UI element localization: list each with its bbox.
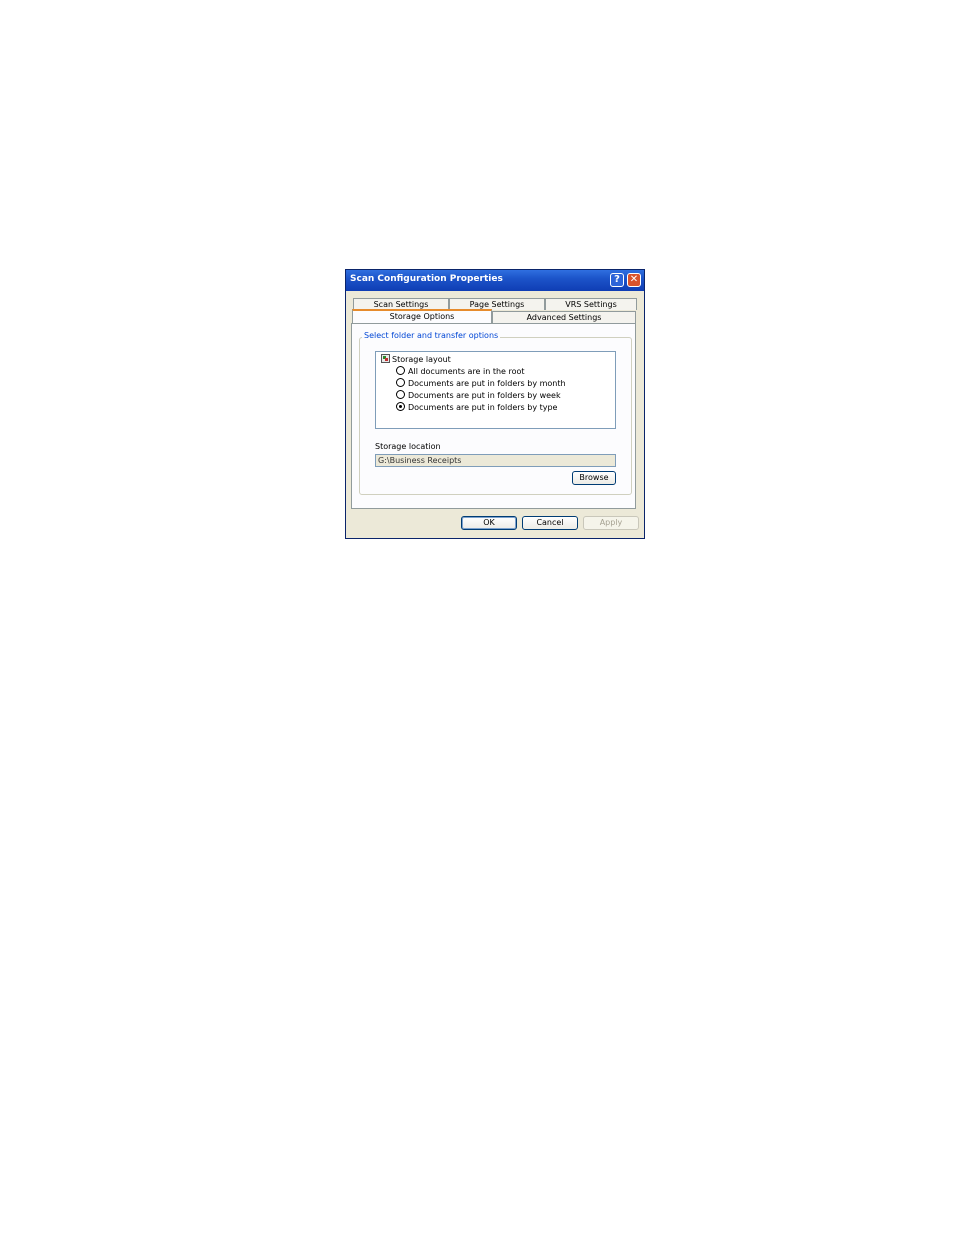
radio-label: Documents are put in folders by month <box>408 379 566 388</box>
storage-layout-root: Storage layout <box>381 354 451 364</box>
storage-location-label: Storage location <box>375 442 441 451</box>
close-icon[interactable]: ✕ <box>627 273 641 287</box>
browse-button[interactable]: Browse <box>572 471 616 485</box>
title-bar[interactable]: Scan Configuration Properties ? ✕ <box>346 270 644 291</box>
radio-by-week[interactable]: Documents are put in folders by week <box>396 390 561 400</box>
radio-selected-icon <box>396 402 405 411</box>
apply-button[interactable]: Apply <box>583 516 639 530</box>
scan-configuration-dialog: Scan Configuration Properties ? ✕ Scan S… <box>345 269 645 539</box>
group-label: Select folder and transfer options <box>362 331 501 340</box>
window-title: Scan Configuration Properties <box>350 274 503 284</box>
cancel-button[interactable]: Cancel <box>522 516 578 530</box>
storage-layout-tree[interactable]: Storage layout All documents are in the … <box>375 351 616 429</box>
tab-storage-options[interactable]: Storage Options <box>352 309 492 323</box>
radio-by-type[interactable]: Documents are put in folders by type <box>396 402 557 412</box>
radio-all-in-root[interactable]: All documents are in the root <box>396 366 525 376</box>
ok-button[interactable]: OK <box>461 516 517 530</box>
tab-advanced-settings[interactable]: Advanced Settings <box>492 311 636 323</box>
storage-location-field[interactable]: G:\Business Receipts <box>375 454 616 467</box>
radio-by-month[interactable]: Documents are put in folders by month <box>396 378 566 388</box>
tab-panel: Select folder and transfer options Stora… <box>351 323 636 509</box>
radio-label: Documents are put in folders by week <box>408 391 561 400</box>
radio-circle-icon <box>396 366 405 375</box>
radio-label: Documents are put in folders by type <box>408 403 558 412</box>
tab-vrs-settings[interactable]: VRS Settings <box>545 298 637 310</box>
help-icon[interactable]: ? <box>610 273 624 287</box>
storage-layout-label: Storage layout <box>392 355 451 364</box>
radio-circle-icon <box>396 378 405 387</box>
radio-label: All documents are in the root <box>408 367 525 376</box>
folder-tree-icon <box>381 354 390 363</box>
radio-circle-icon <box>396 390 405 399</box>
